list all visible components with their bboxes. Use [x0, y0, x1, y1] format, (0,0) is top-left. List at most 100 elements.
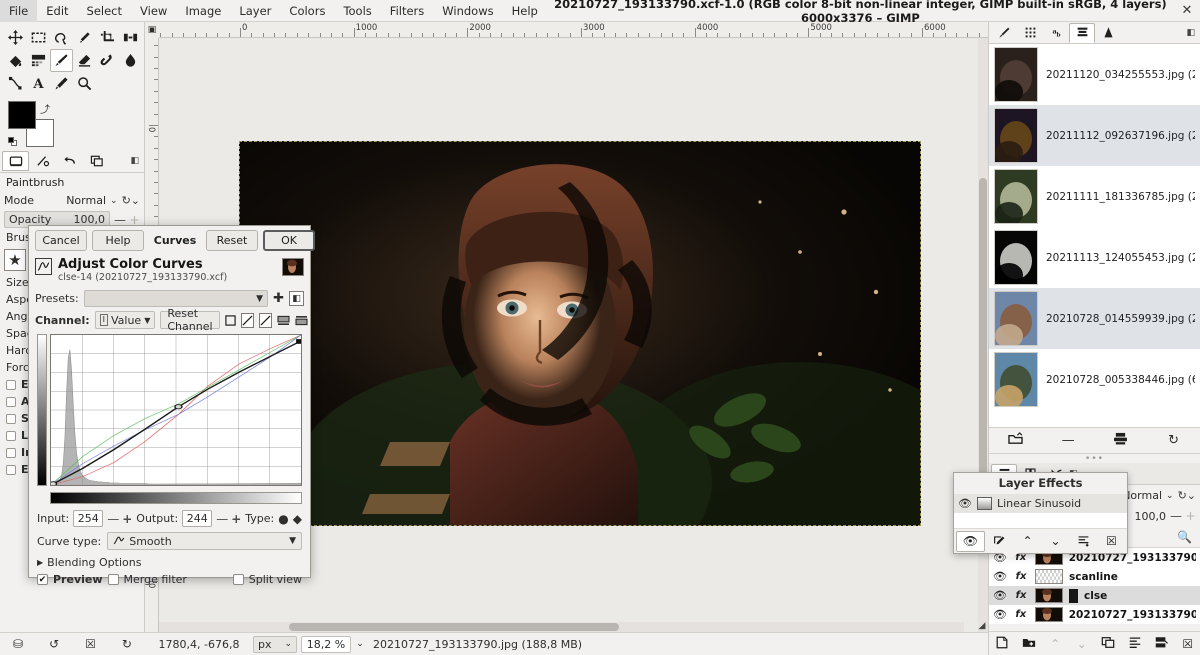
images-tab[interactable]	[1069, 22, 1095, 43]
unit-selector[interactable]: px ⌄	[253, 635, 297, 653]
menu-item-help[interactable]: Help	[503, 0, 547, 22]
navigation-preview-icon[interactable]: ◢	[976, 620, 988, 632]
lower-icon[interactable]: ⌄	[1042, 531, 1069, 552]
clone-tool[interactable]	[96, 49, 119, 72]
curve-type-combobox[interactable]: Smooth ▼	[107, 532, 302, 550]
visibility-icon[interactable]: 👁	[958, 497, 972, 510]
refresh-icon[interactable]: ↻	[1147, 433, 1200, 448]
output-minus-button[interactable]: —	[216, 512, 228, 526]
linear-histogram-icon[interactable]	[224, 313, 236, 328]
layer-effect-item[interactable]: 👁 Linear Sinusoid	[954, 494, 1127, 513]
preview-checkbox[interactable]: ✔	[37, 574, 48, 585]
checkbox-icon[interactable]	[6, 413, 16, 424]
ruler-unit-menu-icon[interactable]: ▣	[145, 22, 159, 38]
curve-plot[interactable]	[50, 334, 302, 486]
gradient-tool[interactable]	[27, 49, 50, 72]
brush-preview-icon[interactable]: ★	[4, 249, 26, 271]
tool-options-menu-icon[interactable]: ◧	[130, 156, 142, 166]
ok-button[interactable]: OK	[263, 230, 315, 251]
layer-opacity-minus-button[interactable]: —	[1170, 509, 1182, 523]
layer-effects-icon[interactable]: fx	[1013, 609, 1029, 620]
merge-icon[interactable]	[1070, 531, 1097, 552]
checkbox-icon[interactable]	[6, 430, 16, 441]
images-list[interactable]: 20211120_034255553.jpg (2598 × 4 20211112…	[989, 44, 1200, 428]
lower-layer-icon[interactable]: ⌄	[1069, 637, 1096, 651]
image-list-item[interactable]: 20211112_092637196.jpg (2598 × 46	[989, 105, 1200, 166]
redo-icon[interactable]: ↻	[122, 637, 132, 651]
menu-item-colors[interactable]: Colors	[280, 0, 334, 22]
zoom-value[interactable]: 18,2 %	[301, 635, 351, 653]
layer-row[interactable]: 👁 fx scanline	[989, 567, 1200, 586]
device-status-tab[interactable]	[29, 151, 56, 171]
curve-icon[interactable]	[240, 312, 254, 328]
free-select-tool[interactable]	[50, 26, 73, 49]
checkbox-icon[interactable]	[6, 464, 16, 475]
reset-button[interactable]: Reset	[206, 230, 258, 251]
text-tool[interactable]: A	[27, 72, 50, 95]
add-preset-icon[interactable]: ✚	[273, 291, 284, 306]
input-minus-button[interactable]: —	[107, 512, 119, 526]
tool-options-tab[interactable]	[2, 150, 29, 171]
output-levels-icon[interactable]	[295, 313, 308, 328]
menu-item-tools[interactable]: Tools	[334, 0, 380, 22]
merge-filter-checkbox[interactable]	[107, 574, 119, 585]
presets-combobox[interactable]: ▼	[83, 290, 269, 307]
foreground-color-swatch[interactable]	[8, 101, 36, 129]
input-field[interactable]: 254	[73, 510, 104, 527]
paintbrush-tool[interactable]	[50, 49, 73, 72]
reset-channel-button[interactable]: Reset Channel	[160, 307, 220, 333]
image-list-item[interactable]: 20210728_014559939.jpg (2702 × 3	[989, 288, 1200, 349]
help-button[interactable]: Help	[92, 230, 144, 251]
zoom-dropdown-icon[interactable]: ⌄	[351, 639, 369, 649]
brushes-tab[interactable]	[991, 23, 1017, 43]
reset-colors-icon[interactable]	[8, 137, 18, 147]
menu-item-file[interactable]: File	[0, 0, 38, 22]
image-list-item[interactable]: 20211111_181336785.jpg (2598 × 46	[989, 166, 1200, 227]
horizontal-scrollbar[interactable]	[159, 622, 964, 632]
swap-colors-icon[interactable]: ⤴	[40, 101, 50, 116]
color-picker-tool[interactable]	[50, 72, 73, 95]
fuzzy-select-tool[interactable]	[73, 26, 96, 49]
reset-layer-mode-icon[interactable]: ↻⌄	[1178, 489, 1196, 502]
raise-layer-icon[interactable]: ⌃	[1042, 637, 1069, 651]
edit-icon[interactable]	[986, 531, 1013, 552]
dock-resize-grip[interactable]: •••	[989, 454, 1200, 464]
delete-icon[interactable]: —	[1042, 433, 1095, 448]
smudge-tool[interactable]	[119, 49, 142, 72]
mode-value[interactable]: Normal	[66, 194, 106, 207]
transform-tool[interactable]	[119, 26, 142, 49]
undo-icon[interactable]: ↺	[49, 637, 59, 651]
images-tab-left[interactable]	[83, 151, 110, 171]
cancel-button[interactable]: Cancel	[35, 230, 87, 251]
dock-menu-icon[interactable]: ◧	[1186, 28, 1198, 38]
merge-icon[interactable]	[1095, 432, 1148, 449]
path-tool[interactable]	[4, 72, 27, 95]
output-field[interactable]: 244	[182, 510, 213, 527]
merge-down-icon[interactable]	[1148, 636, 1175, 652]
corner-point-icon[interactable]: ◆	[293, 512, 302, 526]
color-swatch-area[interactable]: ⤴	[8, 101, 60, 147]
bucket-fill-tool[interactable]	[4, 49, 27, 72]
layer-mode-value[interactable]: Normal	[1122, 489, 1162, 502]
curve-free-icon[interactable]	[258, 312, 272, 328]
chevron-right-icon[interactable]: ▶	[37, 558, 43, 567]
input-levels-icon[interactable]	[277, 313, 290, 328]
delete-icon[interactable]: ☒	[1098, 531, 1125, 552]
layer-visibility-icon[interactable]: 👁	[993, 589, 1007, 602]
menu-item-select[interactable]: Select	[78, 0, 131, 22]
layer-opacity-plus-button[interactable]: +	[1185, 509, 1196, 523]
layer-visibility-icon[interactable]: 👁	[993, 608, 1007, 621]
chevron-down-icon[interactable]: ⌄	[110, 196, 118, 206]
delete-layer-icon[interactable]: ☒	[1175, 637, 1200, 651]
undo-history-tab[interactable]	[56, 151, 83, 171]
curve-control-point[interactable]	[51, 481, 58, 485]
image-list-item[interactable]: 20211113_124055453.jpg (2598 × 46	[989, 227, 1200, 288]
layer-mask-thumbnail[interactable]	[1069, 588, 1078, 603]
anchor-icon[interactable]	[1122, 636, 1149, 652]
patterns-tab[interactable]	[1017, 23, 1043, 43]
curve-control-point[interactable]	[174, 404, 183, 410]
layer-row[interactable]: 👁 fx 20210727_193133790	[989, 605, 1200, 624]
layer-effects-icon[interactable]: fx	[1013, 590, 1029, 601]
search-icon[interactable]: 🔍	[1177, 530, 1192, 544]
new-group-icon[interactable]	[1016, 636, 1043, 652]
